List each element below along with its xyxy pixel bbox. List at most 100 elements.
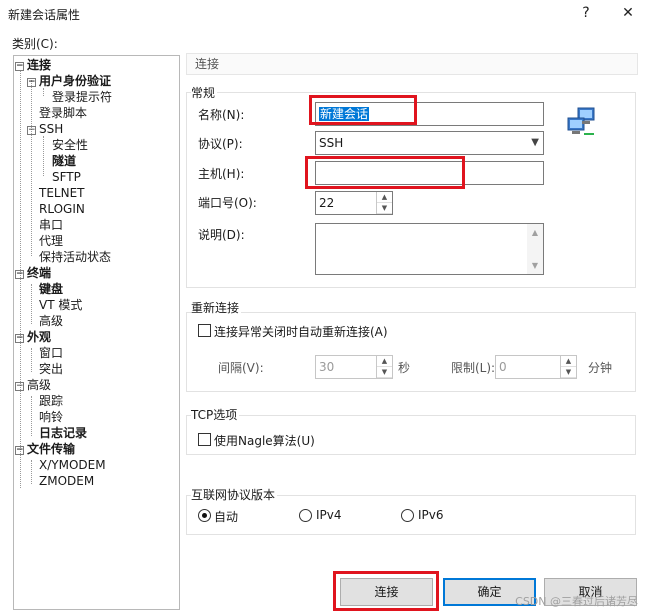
port-input[interactable]: 22 ▲ ▼ <box>315 191 393 215</box>
window-title: 新建会话属性 <box>8 8 81 22</box>
tree-item-rlogin[interactable]: RLOGIN <box>39 201 85 217</box>
ipv6-label: IPv6 <box>418 508 444 522</box>
close-button[interactable]: ✕ <box>608 2 648 26</box>
auto-reconnect-checkbox[interactable] <box>198 324 211 337</box>
panel-title: 连接 <box>186 53 638 75</box>
spin-up-icon[interactable]: ▲ <box>561 356 576 367</box>
spin-up-icon[interactable]: ▲ <box>377 192 392 203</box>
ip-auto-radio[interactable] <box>198 509 211 522</box>
tree-item-keepalive[interactable]: 保持活动状态 <box>39 249 111 265</box>
tree-item-advanced-terminal[interactable]: 高级 <box>39 313 63 329</box>
tree-item-appearance[interactable]: − 外观 <box>15 329 51 345</box>
description-scrollbar[interactable]: ▲ ▼ <box>527 224 543 274</box>
spin-down-icon[interactable]: ▼ <box>377 367 392 378</box>
ip-auto-label: 自动 <box>214 510 239 524</box>
tree-item-vt-mode[interactable]: VT 模式 <box>39 297 82 313</box>
tree-item-ssh[interactable]: − SSH <box>27 121 63 137</box>
collapse-icon[interactable]: − <box>15 446 24 455</box>
limit-value: 0 <box>499 360 507 374</box>
tcp-group-label: TCP选项 <box>191 406 240 423</box>
protocol-value: SSH <box>319 136 344 150</box>
host-label: 主机(H): <box>198 167 245 181</box>
tree-item-connection[interactable]: − 连接 <box>15 57 51 73</box>
tree-connector <box>31 348 32 372</box>
tree-item-window[interactable]: 窗口 <box>39 345 63 361</box>
tree-item-trace[interactable]: 跟踪 <box>39 393 63 409</box>
tree-connector <box>20 70 21 278</box>
ip-version-group-label: 互联网协议版本 <box>191 486 278 503</box>
interval-input[interactable]: 30 ▲ ▼ <box>315 355 393 379</box>
description-label: 说明(D): <box>198 228 245 242</box>
interval-spinner[interactable]: ▲ ▼ <box>376 356 392 378</box>
interval-value: 30 <box>319 360 335 374</box>
tree-item-login-prompt[interactable]: 登录提示符 <box>52 89 112 105</box>
chevron-down-icon: ▼ <box>531 137 539 148</box>
description-textarea[interactable]: ▲ ▼ <box>315 223 544 275</box>
port-spinner[interactable]: ▲ ▼ <box>376 192 392 214</box>
nagle-checkbox[interactable] <box>198 433 211 446</box>
tree-item-keyboard[interactable]: 键盘 <box>39 281 63 297</box>
tree-item-file-transfer[interactable]: − 文件传输 <box>15 441 75 457</box>
tree-item-bell[interactable]: 响铃 <box>39 409 63 425</box>
tree-item-tunnel[interactable]: 隧道 <box>52 153 76 169</box>
tree-item-sftp[interactable]: SFTP <box>52 169 81 185</box>
tree-item-advanced[interactable]: − 高级 <box>15 377 51 393</box>
watermark: CSDN @三春过后诸芳尽 <box>515 595 638 608</box>
scroll-down-icon[interactable]: ▼ <box>527 261 543 270</box>
protocol-select[interactable]: SSH ▼ <box>315 131 544 155</box>
tree-item-xymodem[interactable]: X/YMODEM <box>39 457 106 473</box>
collapse-icon[interactable]: − <box>27 78 36 87</box>
port-label: 端口号(O): <box>198 196 257 210</box>
name-label: 名称(N): <box>198 108 245 122</box>
tree-item-login-script[interactable]: 登录脚本 <box>39 105 87 121</box>
network-computers-icon <box>567 107 595 135</box>
interval-label: 间隔(V): <box>218 361 264 375</box>
category-label: 类别(C): <box>12 37 58 51</box>
spin-up-icon[interactable]: ▲ <box>377 356 392 367</box>
limit-spinner[interactable]: ▲ ▼ <box>560 356 576 378</box>
limit-input[interactable]: 0 ▲ ▼ <box>495 355 577 379</box>
ipv4-radio[interactable] <box>299 509 312 522</box>
name-value: 新建会话 <box>319 107 370 121</box>
tree-item-auth[interactable]: − 用户身份验证 <box>27 73 111 89</box>
tree-item-proxy[interactable]: 代理 <box>39 233 63 249</box>
reconnect-group-label: 重新连接 <box>191 299 242 316</box>
interval-unit: 秒 <box>398 361 411 375</box>
ipv4-label: IPv4 <box>316 508 342 522</box>
tree-connector <box>31 460 32 484</box>
category-tree[interactable]: − 连接 − 用户身份验证 登录提示符 登录脚本 − SSH 安全性 隧道 SFTP … <box>13 55 180 610</box>
tree-item-terminal[interactable]: − 终端 <box>15 265 51 281</box>
tree-item-serial[interactable]: 串口 <box>39 217 63 233</box>
auto-reconnect-label: 连接异常关闭时自动重新连接(A) <box>214 325 388 339</box>
nagle-label: 使用Nagle算法(U) <box>214 434 315 448</box>
collapse-icon[interactable]: − <box>15 334 24 343</box>
collapse-icon[interactable]: − <box>15 270 24 279</box>
spin-down-icon[interactable]: ▼ <box>561 367 576 378</box>
general-group-label: 常规 <box>191 84 218 101</box>
limit-unit: 分钟 <box>588 361 613 375</box>
tree-connector <box>43 88 44 96</box>
tree-item-zmodem[interactable]: ZMODEM <box>39 473 94 489</box>
collapse-icon[interactable]: − <box>27 126 36 135</box>
connect-button[interactable]: 连接 <box>340 578 433 606</box>
name-input[interactable]: 新建会话 <box>315 102 544 126</box>
tree-connector <box>31 284 32 324</box>
host-input[interactable] <box>315 161 544 185</box>
ipv6-radio[interactable] <box>401 509 414 522</box>
help-button[interactable]: ? <box>566 2 606 26</box>
tree-connector <box>31 80 32 256</box>
tree-connector <box>43 136 44 176</box>
collapse-icon[interactable]: − <box>15 382 24 391</box>
tree-item-highlight[interactable]: 突出 <box>39 361 63 377</box>
tree-item-logging[interactable]: 日志记录 <box>39 425 87 441</box>
spin-down-icon[interactable]: ▼ <box>377 203 392 214</box>
scroll-up-icon[interactable]: ▲ <box>527 228 543 237</box>
tree-item-security[interactable]: 安全性 <box>52 137 88 153</box>
title-bar: 新建会话属性 ? ✕ <box>0 0 650 28</box>
protocol-label: 协议(P): <box>198 137 243 151</box>
port-value: 22 <box>319 196 335 210</box>
tree-item-telnet[interactable]: TELNET <box>39 185 85 201</box>
collapse-icon[interactable]: − <box>15 62 24 71</box>
tree-connector <box>31 396 32 436</box>
limit-label: 限制(L): <box>451 361 496 375</box>
